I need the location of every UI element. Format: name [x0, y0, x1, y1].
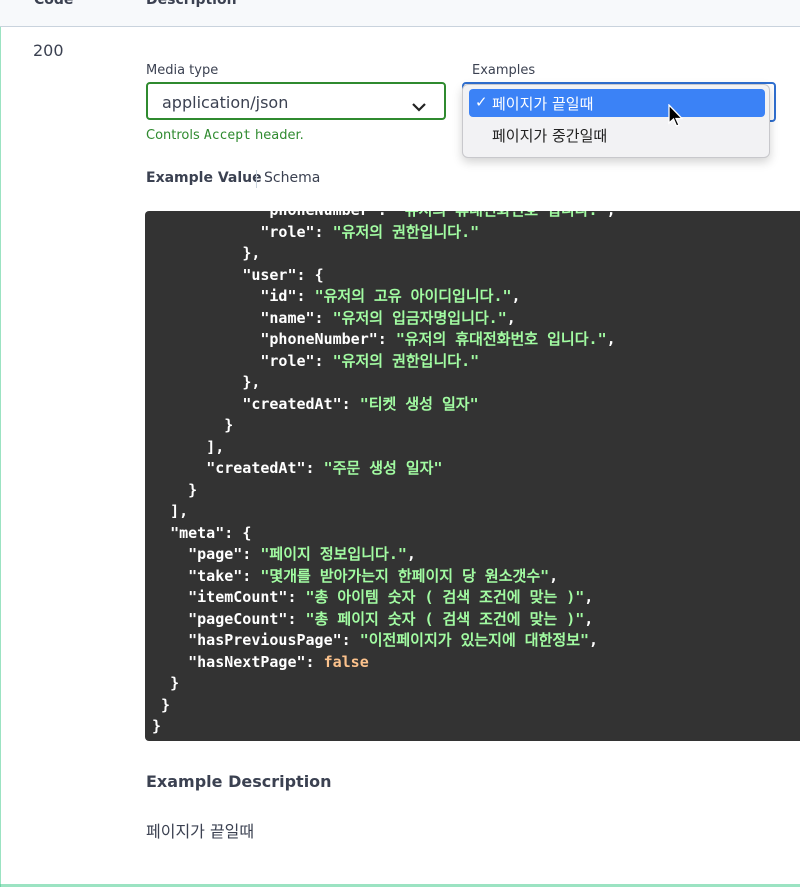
media-type-note: Controls Accept header. [146, 128, 304, 143]
code-line: "meta": { [170, 523, 252, 542]
tab-example-value[interactable]: Example Value [146, 170, 262, 186]
code-line: } [170, 674, 180, 692]
code-line: "createdAt": "주문 생성 일자" [206, 459, 443, 477]
examples-option-label: 페이지가 중간일때 [492, 127, 608, 145]
code-line: "take": "몇개를 받아가는지 한페이지 당 원소갯수", [188, 566, 559, 585]
examples-option-end-page[interactable]: ✓ 페이지가 끝일때 [469, 89, 765, 117]
chevron-down-icon [412, 97, 426, 116]
code-line: "phoneNumber": "유저의 휴대전화번호 입니다.", [260, 330, 616, 348]
tab-separator [256, 170, 257, 188]
examples-option-label: 페이지가 끝일때 [492, 95, 594, 113]
media-type-label: Media type [146, 63, 219, 78]
code-line: "role": "유저의 권한입니다." [260, 222, 480, 241]
code-line: } [224, 416, 234, 434]
example-description-body: 페이지가 끝일때 [146, 822, 255, 841]
code-line: }, [242, 244, 261, 262]
tab-schema[interactable]: Schema [264, 170, 320, 186]
response-frame-left [0, 0, 1, 887]
checkmark-icon: ✓ [475, 93, 488, 111]
examples-label: Examples [472, 63, 536, 78]
code-line: ], [206, 437, 225, 456]
code-line: } [161, 695, 171, 714]
media-type-select[interactable]: application/json [146, 82, 446, 120]
code-line: } [188, 480, 198, 499]
example-json: "phoneNumber": "유저의 휴대전화번호 입니다.", "role"… [152, 211, 616, 738]
code-line: "pageCount": "총 페이지 숫자 ( 검색 조건에 맞는 )", [188, 609, 594, 628]
code-line: "hasNextPage": false [188, 652, 369, 671]
examples-option-middle-page[interactable]: 페이지가 중간일때 [469, 121, 765, 149]
header-divider [0, 26, 800, 27]
code-line: "itemCount": "총 아이템 숫자 ( 검색 조건에 맞는 )", [188, 588, 594, 606]
responses-table-header: Code Description [0, 0, 800, 27]
code-line: ], [170, 502, 189, 520]
code-line: "role": "유저의 권한입니다." [260, 351, 480, 370]
column-header-description: Description [146, 0, 237, 8]
code-line: } [152, 717, 162, 735]
code-line: "name": "유저의 입금자명입니다.", [260, 308, 516, 327]
code-line: "id": "유저의 고유 아이디입니다.", [260, 287, 521, 305]
mouse-pointer-icon [668, 103, 684, 132]
example-value-code-block[interactable]: "phoneNumber": "유저의 휴대전화번호 입니다.", "role"… [145, 211, 800, 741]
code-line: "createdAt": "티켓 생성 일자" [242, 394, 479, 413]
code-line: "phoneNumber": "유저의 휴대전화번호 입니다.", [152, 211, 615, 222]
media-type-value: application/json [162, 93, 289, 112]
code-line: }, [242, 373, 261, 391]
column-header-code: Code [34, 0, 74, 8]
response-status-code: 200 [33, 41, 64, 60]
code-line: "page": "페이지 정보입니다.", [188, 545, 416, 563]
code-line: "user": { [242, 265, 324, 284]
code-line: "hasPreviousPage": "이전페이지가 있는지에 대한정보", [188, 631, 599, 649]
example-description-title: Example Description [146, 772, 332, 791]
examples-dropdown-menu: ✓ 페이지가 끝일때 페이지가 중간일때 [462, 84, 770, 158]
